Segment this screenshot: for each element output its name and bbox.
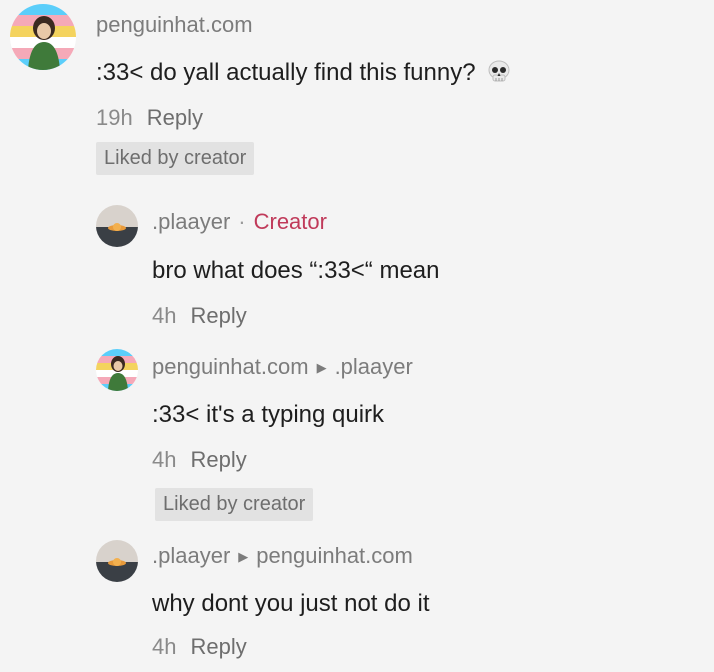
separator-dot: · xyxy=(238,209,246,234)
liked-by-creator-badge: Liked by creator xyxy=(155,488,314,521)
reply-button[interactable]: Reply xyxy=(190,634,246,659)
creator-label: Creator xyxy=(253,209,327,234)
reply-to-arrow-icon: ▶ xyxy=(316,360,327,375)
reply-username-link[interactable]: .plaayer xyxy=(152,543,230,568)
reply-meta: 4h Reply xyxy=(152,634,247,660)
reply-meta: 4h Reply xyxy=(152,447,247,473)
comment-username[interactable]: penguinhat.com xyxy=(96,12,253,38)
avatar-image xyxy=(96,540,138,582)
liked-by-creator-badge: Liked by creator xyxy=(96,142,255,175)
comment-text: :33< do yall actually find this funny? xyxy=(96,59,512,87)
reply-button[interactable]: Reply xyxy=(190,447,246,472)
reply-to-arrow-icon: ▶ xyxy=(238,549,249,564)
reply-time: 4h xyxy=(152,303,177,328)
reply-text: bro what does “:33<“ mean xyxy=(152,257,440,284)
avatar-image xyxy=(10,4,76,70)
avatar-image xyxy=(96,205,138,247)
reply-time: 4h xyxy=(152,447,177,472)
reply-to-username[interactable]: .plaayer xyxy=(335,354,413,379)
reply-text: :33< it's a typing quirk xyxy=(152,401,385,428)
reply-text: why dont you just not do it xyxy=(152,590,430,617)
reply-to-username[interactable]: penguinhat.com xyxy=(256,543,413,568)
avatar-plaayer[interactable] xyxy=(96,540,138,582)
comment-meta: 19h Reply xyxy=(96,105,203,131)
avatar-penguinhat[interactable] xyxy=(96,349,138,391)
reply-meta: 4h Reply xyxy=(152,303,247,329)
comment-text-content: :33< do yall actually find this funny? xyxy=(96,59,476,86)
avatar-penguinhat[interactable] xyxy=(10,4,76,70)
reply-time: 4h xyxy=(152,634,177,659)
avatar-image xyxy=(96,349,138,391)
reply-button[interactable]: Reply xyxy=(190,303,246,328)
avatar-plaayer[interactable] xyxy=(96,205,138,247)
reply-username: .plaayer ▶ penguinhat.com xyxy=(152,543,413,569)
reply-button[interactable]: Reply xyxy=(147,105,203,130)
skull-icon xyxy=(488,60,510,82)
reply-username-link[interactable]: penguinhat.com xyxy=(152,354,309,379)
reply-username: penguinhat.com ▶ .plaayer xyxy=(152,354,413,380)
reply-username: .plaayer · Creator xyxy=(152,209,327,235)
comment-time: 19h xyxy=(96,105,133,130)
comment-thread: penguinhat.com :33< do yall actually fin… xyxy=(0,0,714,672)
reply-username-link[interactable]: .plaayer xyxy=(152,209,230,234)
